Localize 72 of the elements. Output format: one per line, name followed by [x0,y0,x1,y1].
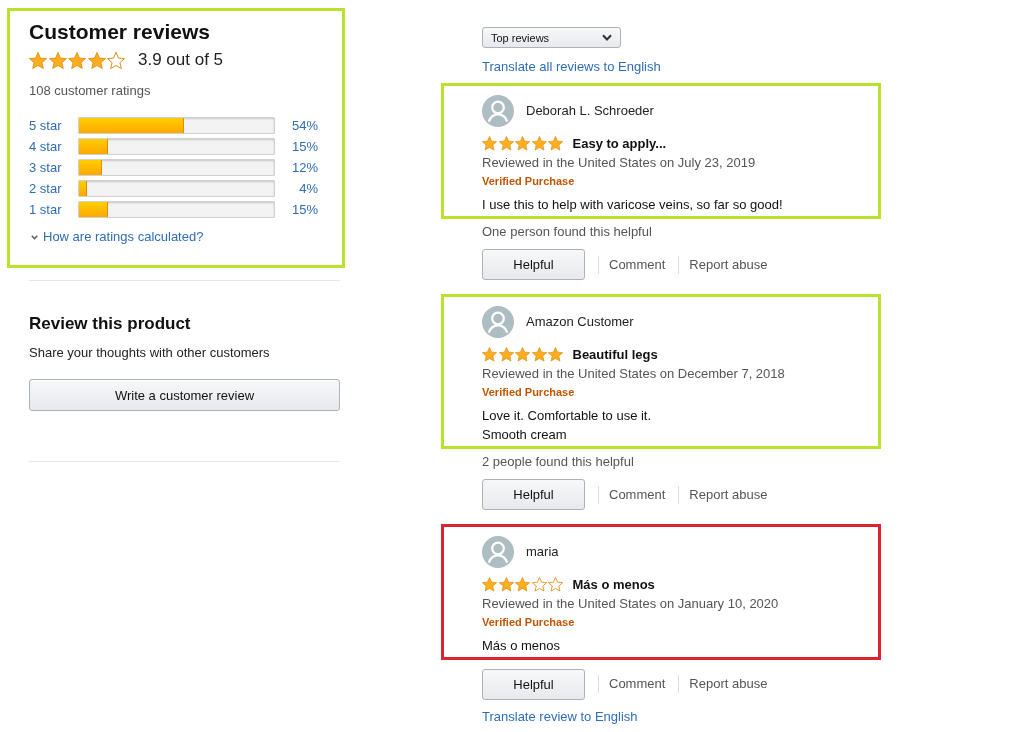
star-icon [498,347,514,362]
review-text: Love it. Comfortable to use it. [482,407,652,425]
action-link[interactable]: Report abuse [689,485,768,504]
sort-dropdown[interactable]: Top reviews [482,27,621,48]
star-icon [548,347,563,362]
star-icon [531,347,547,362]
star-icon [498,136,514,151]
star-outline-icon [107,51,126,69]
translate-link[interactable]: Translate all reviews to English [482,58,661,76]
star-icon [482,136,497,151]
helpful-count: 2 people found this helpful [482,452,634,471]
review-title: Más o menos [572,576,655,594]
star-icon [515,577,530,592]
star-icon [531,136,547,151]
write-review-button[interactable]: Write a customer review [29,379,340,411]
review-date: Reviewed in the United States on July 23, 2019 [482,154,756,172]
review-date: Reviewed in the United States on January 10, 2020 [482,595,779,613]
ratings-count: 108 customer ratings [29,82,151,100]
translate-link[interactable]: Translate review to English [482,707,638,726]
star-icon [482,577,497,592]
review-title: Easy to apply... [572,135,667,153]
chevron-down-icon [31,234,38,240]
star-outline-icon [531,577,547,592]
average-rating: 3.9 out of 5 [137,49,224,71]
star-filter-link[interactable]: 5 star [29,117,78,134]
verified-purchase-label: Verified Purchase [482,615,575,630]
action-link[interactable]: Report abuse [689,675,768,693]
star-icon [482,347,497,362]
percent-link[interactable]: 15% [275,201,318,218]
percent-link[interactable]: 15% [275,138,318,155]
review-text: I use this to help with varicose veins, so far so good! [482,196,783,214]
action-link[interactable]: Report abuse [689,255,768,274]
star-filter-link[interactable]: 2 star [29,180,78,197]
star-filter-link[interactable]: 4 star [29,138,78,155]
star-outline-icon [548,577,563,592]
action-link[interactable]: Comment [609,485,666,504]
helpful-button[interactable]: Helpful [482,479,585,510]
ratings-help-link[interactable]: How are ratings calculated? [29,228,204,246]
star-filter-link[interactable]: 3 star [29,159,78,176]
helpful-count: One person found this helpful [482,222,652,241]
star-icon [68,51,87,69]
star-icon [87,51,106,69]
section-subtitle: Share your thoughts with other customers [29,344,270,362]
star-icon [498,577,514,592]
review-date: Reviewed in the United States on December 7, 2018 [482,365,785,383]
chevron-down-icon [602,34,612,41]
action-link[interactable]: Comment [609,675,666,693]
section-title: Review this product [29,313,191,335]
reviewer-name: Amazon Customer [526,313,634,331]
avatar-icon [482,95,514,127]
star-icon [29,51,47,69]
percent-link[interactable]: 12% [275,159,318,176]
percent-link[interactable]: 54% [275,117,318,134]
review-text: Smooth cream [482,426,567,444]
reviewer-name: Deborah L. Schroeder [526,102,654,120]
star-icon [515,136,530,151]
avatar-icon [482,306,514,338]
helpful-button[interactable]: Helpful [482,668,585,700]
review-text: Más o menos [482,637,561,655]
star-filter-link[interactable]: 1 star [29,201,78,218]
review-title: Beautiful legs [572,346,658,364]
section-title: Customer reviews [29,19,210,45]
helpful-button[interactable]: Helpful [482,249,585,280]
avatar-icon [482,536,514,568]
star-icon [515,347,530,362]
verified-purchase-label: Verified Purchase [482,174,575,189]
star-icon [48,51,67,69]
action-link[interactable]: Comment [609,255,666,274]
verified-purchase-label: Verified Purchase [482,385,575,400]
star-icon [548,136,563,151]
percent-link[interactable]: 4% [275,180,318,197]
reviewer-name: maria [526,543,559,561]
